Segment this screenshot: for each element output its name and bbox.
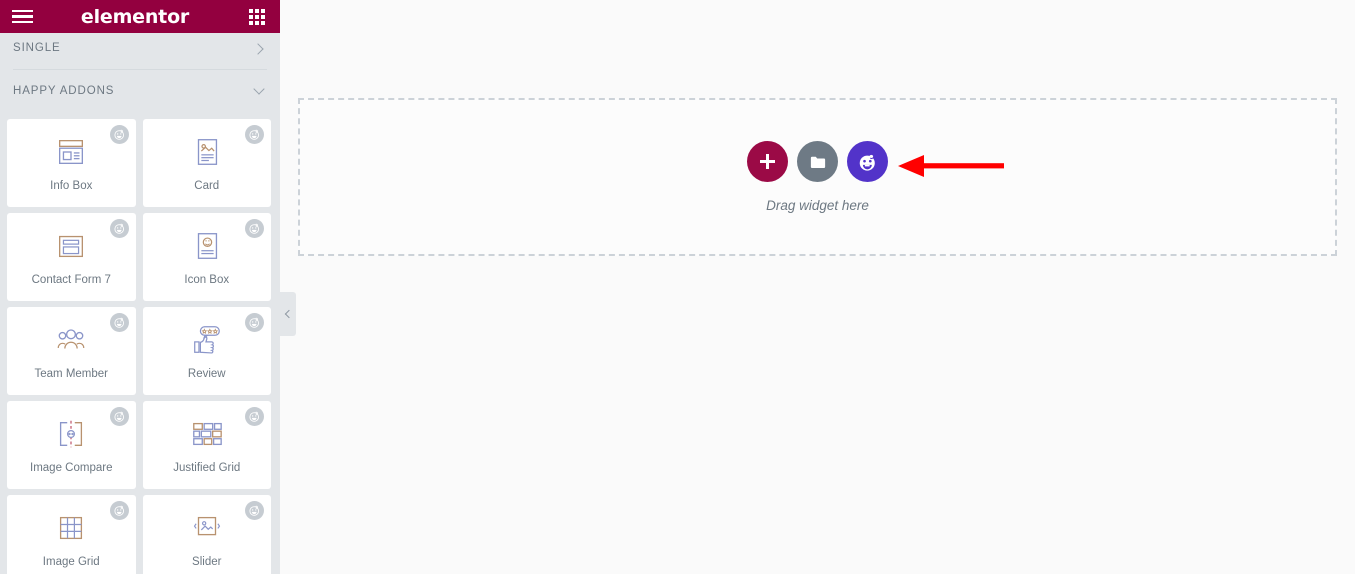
- review-icon: [193, 325, 220, 354]
- widget-slider[interactable]: Slider: [142, 495, 271, 574]
- info-box-icon: [59, 139, 84, 164]
- widget-icon-box[interactable]: Icon Box: [142, 213, 271, 301]
- happy-addons-face-icon: [859, 153, 875, 171]
- chevron-down-icon: [253, 85, 266, 98]
- widget-contact-form-7[interactable]: Contact Form 7: [7, 213, 136, 301]
- widget-label: Card: [194, 179, 220, 192]
- happy-addons-badge-icon: [109, 313, 129, 332]
- widget-label: Team Member: [34, 367, 109, 380]
- justified-grid-icon: [192, 422, 222, 445]
- widget-info-box[interactable]: Info Box: [7, 119, 136, 207]
- drop-area-actions: [747, 141, 888, 182]
- icon-box-icon: [197, 232, 217, 259]
- apps-grid-icon[interactable]: [234, 0, 280, 33]
- image-grid-icon: [60, 516, 83, 539]
- widget-label: Contact Form 7: [31, 273, 111, 286]
- happy-addons-badge-icon: [109, 219, 129, 238]
- widget-label: Review: [187, 367, 226, 380]
- slider-icon: [193, 516, 220, 535]
- section-happy-addons-label: HAPPY ADDONS: [13, 85, 115, 97]
- widget-label: Icon Box: [184, 273, 230, 286]
- section-drop-area[interactable]: Drag widget here: [298, 98, 1337, 256]
- widget-label: Info Box: [50, 179, 93, 192]
- widget-justified-grid[interactable]: Justified Grid: [142, 401, 271, 489]
- widget-card[interactable]: Card: [142, 119, 271, 207]
- section-single-label: SINGLE: [13, 42, 61, 54]
- drag-widget-hint: Drag widget here: [766, 198, 869, 213]
- add-template-button[interactable]: [797, 141, 838, 182]
- panel-collapse-handle[interactable]: [280, 292, 296, 336]
- happy-addons-badge-icon: [245, 407, 264, 426]
- happy-addons-badge-icon: [245, 501, 264, 520]
- widget-image-compare[interactable]: Image Compare: [7, 401, 136, 489]
- widget-label: Image Compare: [30, 461, 113, 474]
- widget-image-grid[interactable]: Image Grid: [7, 495, 136, 574]
- image-compare-icon: [60, 420, 83, 447]
- widget-list: Info Box Card Contact Form 7 Icon Box Te…: [0, 112, 280, 574]
- folder-icon: [810, 156, 825, 168]
- widget-label: Slider: [192, 555, 222, 568]
- elementor-logo-text: elementor: [80, 5, 190, 28]
- panel-header: elementor: [0, 0, 280, 33]
- panel-scroll-region[interactable]: SINGLE HAPPY ADDONS Info Box Card Contac…: [0, 27, 280, 574]
- widgets-panel: SINGLE HAPPY ADDONS Info Box Card Contac…: [0, 0, 280, 574]
- widget-label: Image Grid: [42, 555, 100, 568]
- chevron-left-icon: [284, 309, 294, 319]
- happy-addons-badge-icon: [109, 125, 129, 144]
- elementor-editor: SINGLE HAPPY ADDONS Info Box Card Contac…: [0, 0, 1355, 574]
- happy-addons-badge-icon: [245, 125, 264, 144]
- chevron-right-icon: [253, 42, 266, 55]
- happy-addons-badge-icon: [245, 313, 264, 332]
- widget-review[interactable]: Review: [142, 307, 271, 395]
- happy-addons-badge-icon: [109, 407, 129, 426]
- happy-addons-button[interactable]: [847, 141, 888, 182]
- editor-canvas: Drag widget here: [280, 0, 1355, 574]
- widget-team-member[interactable]: Team Member: [7, 307, 136, 395]
- contact-form-icon: [59, 235, 84, 257]
- happy-addons-badge-icon: [109, 501, 129, 520]
- plus-icon: [760, 154, 775, 169]
- section-happy-addons[interactable]: HAPPY ADDONS: [0, 70, 280, 112]
- card-icon: [197, 138, 217, 165]
- widget-label: Justified Grid: [173, 461, 241, 474]
- section-single[interactable]: SINGLE: [0, 27, 280, 69]
- happy-addons-badge-icon: [245, 219, 264, 238]
- team-member-icon: [57, 328, 85, 349]
- add-section-button[interactable]: [747, 141, 788, 182]
